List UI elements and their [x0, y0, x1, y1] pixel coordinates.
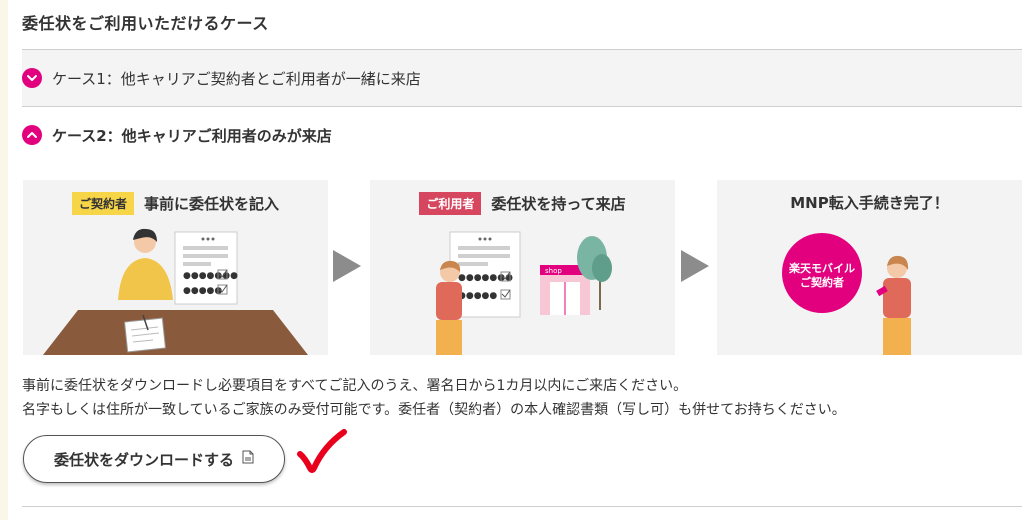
- step-2-caption: 委任状を持って来店: [491, 195, 626, 213]
- divider: [22, 506, 1022, 507]
- checkmark-icon: [297, 429, 347, 473]
- step-3-header: MNP転入手続き完了！: [717, 192, 1022, 213]
- arrow-right-icon: [681, 250, 709, 282]
- step-1-panel: ●●●●●●● ●●●●● ご契約者 事前に委任状を記入: [23, 180, 328, 355]
- badge-line-1: 楽天モバイル: [789, 262, 855, 275]
- step-3-caption: MNP転入手続き完了！: [790, 194, 949, 212]
- role-tag-contractor: ご契約者: [71, 192, 134, 215]
- instruction-text-1: 事前に委任状をダウンロードし必要項目をすべてご記入のうえ、署名日から1カ月以内に…: [22, 378, 688, 394]
- page-title: 委任状をご利用いただけるケース: [22, 14, 269, 33]
- download-button-label: 委任状をダウンロードする: [53, 450, 234, 469]
- arrow-right-icon: [333, 250, 361, 282]
- svg-text:●●●●●●●: ●●●●●●●: [183, 271, 238, 281]
- svg-text:●●●●●: ●●●●●: [458, 291, 497, 301]
- download-power-of-attorney-button[interactable]: 委任状をダウンロードする: [23, 435, 285, 483]
- step-2-panel: ●●●●●●● ●●●●● shop ご利用者 委任状を持って来店: [370, 180, 675, 355]
- step-1-caption: 事前に委任状を記入: [144, 195, 280, 213]
- left-margin-strip: [0, 0, 8, 520]
- role-tag-user: ご利用者: [419, 192, 482, 215]
- case-2-label: ケース2：他キャリアご利用者のみが来店: [52, 126, 332, 145]
- case-1-label: ケース1：他キャリアご契約者とご利用者が一緒に来店: [52, 69, 421, 88]
- step-2-header: ご利用者 委任状を持って来店: [370, 192, 675, 215]
- step-1-header: ご契約者 事前に委任状を記入: [23, 192, 328, 215]
- rakuten-contractor-badge: 楽天モバイル ご契約者: [782, 262, 862, 290]
- step-3-panel: MNP転入手続き完了！ 楽天モバイル ご契約者: [717, 180, 1022, 355]
- svg-text:●●●●●: ●●●●●: [183, 286, 222, 296]
- shop-sign: shop: [545, 267, 562, 275]
- chevron-up-icon[interactable]: [22, 125, 42, 145]
- document-icon: [242, 450, 254, 468]
- accordion-case-1[interactable]: ケース1：他キャリアご契約者とご利用者が一緒に来店: [22, 50, 1022, 106]
- badge-line-2: ご契約者: [800, 276, 844, 289]
- accordion-case-2[interactable]: ケース2：他キャリアご利用者のみが来店: [22, 107, 1022, 163]
- instruction-text-2: 名字もしくは住所が一致しているご家族のみ受付可能です。委任者（契約者）の本人確認…: [22, 402, 846, 418]
- chevron-down-icon[interactable]: [22, 68, 42, 88]
